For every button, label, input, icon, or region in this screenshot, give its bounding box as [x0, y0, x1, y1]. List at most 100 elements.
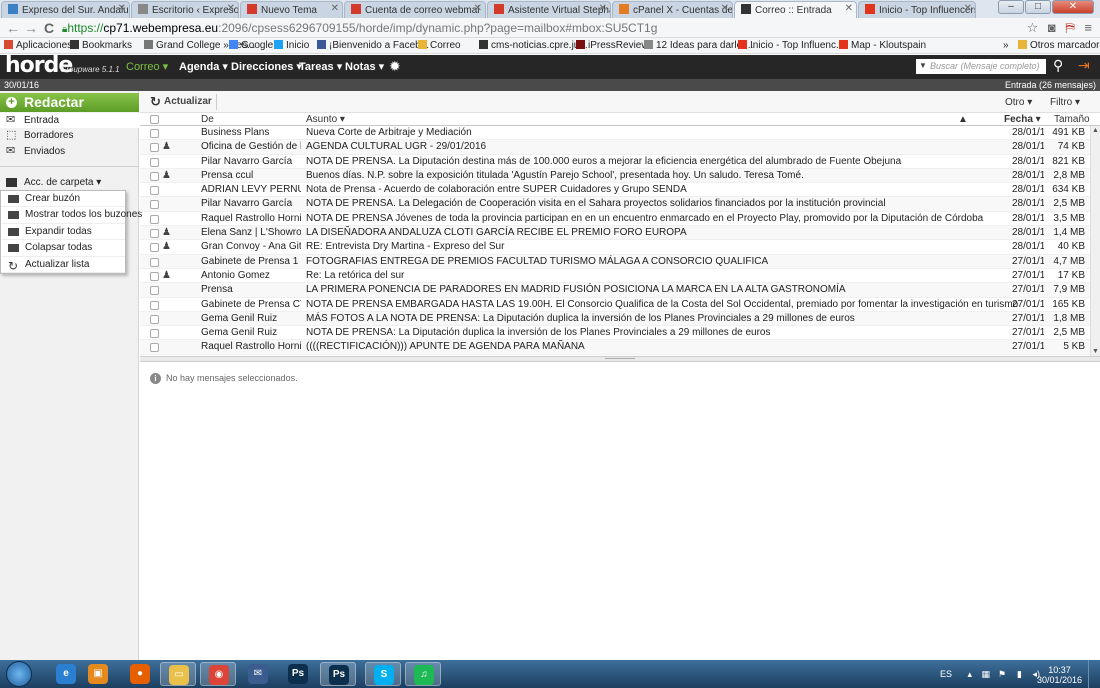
- scroll-up-icon[interactable]: ▲: [1092, 127, 1099, 134]
- bookmark-item[interactable]: iPressReview: [576, 40, 649, 51]
- browser-tab[interactable]: Correo :: Entrada ✕: [734, 1, 857, 18]
- compose-button[interactable]: + Redactar: [0, 93, 139, 112]
- folder-actions-button[interactable]: Acc. de carpeta ▾: [0, 175, 139, 190]
- extension-icon[interactable]: ◙: [1048, 20, 1056, 35]
- reload-icon[interactable]: C: [44, 20, 54, 36]
- message-checkbox[interactable]: [150, 271, 159, 281]
- tray-expand-icon[interactable]: ▴: [967, 669, 972, 680]
- bookmark-item[interactable]: Inicio - Top Influenc...: [738, 40, 844, 51]
- refresh-button[interactable]: ↻ Actualizar: [146, 94, 217, 110]
- chrome-menu-icon[interactable]: ≡: [1084, 20, 1092, 35]
- back-icon[interactable]: ←: [6, 20, 20, 36]
- bookmark-item[interactable]: Google: [229, 40, 273, 51]
- bookmark-item[interactable]: Otros marcadores: [1018, 40, 1100, 51]
- taskbar-skype-icon[interactable]: S: [365, 662, 401, 686]
- message-row[interactable]: Prensa LA PRIMERA PONENCIA DE PARADORES E…: [140, 283, 1090, 298]
- menu-notas[interactable]: Notas ▾: [345, 60, 384, 73]
- clock[interactable]: 10:37 30/01/2016: [1037, 665, 1082, 685]
- message-row[interactable]: Raquel Rastrollo Hornillo NOTA DE PRENSA …: [140, 212, 1090, 227]
- menu-item-create-mailbox[interactable]: Crear buzón: [1, 191, 125, 208]
- url-field[interactable]: 🔒︎https://cp71.webempresa.eu:2096/cpsess…: [62, 20, 1022, 37]
- tab-close-icon[interactable]: ✕: [721, 3, 729, 14]
- message-checkbox[interactable]: [150, 300, 159, 310]
- taskbar-photoshop-2-icon[interactable]: Ps: [320, 662, 356, 686]
- minimize-icon[interactable]: –: [998, 0, 1024, 14]
- message-checkbox[interactable]: [150, 171, 159, 181]
- folder-enviados[interactable]: ✉ Enviados: [0, 144, 139, 159]
- taskbar-spotify-icon[interactable]: ♫: [405, 662, 441, 686]
- message-row[interactable]: Gema Genil Ruiz NOTA DE PRENSA: La Diputa…: [140, 326, 1090, 341]
- menu-correo[interactable]: Correo ▾: [126, 60, 168, 73]
- search-icon[interactable]: ⚲: [1053, 57, 1063, 74]
- search-input[interactable]: Buscar (Mensaje completo): [916, 59, 1046, 74]
- bookmark-item[interactable]: cms-noticias.cpre.ju...: [479, 40, 588, 51]
- column-size[interactable]: Tamaño: [1054, 113, 1090, 126]
- start-button[interactable]: [6, 661, 32, 687]
- message-row[interactable]: ♟ Prensa ccul Buenos días. N.P. sobre la e…: [140, 168, 1090, 184]
- message-row[interactable]: Gabinete de Prensa 1 FOTOGRAFIAS ENTREGA …: [140, 254, 1090, 269]
- column-subject[interactable]: Asunto ▾: [306, 113, 345, 126]
- tab-close-icon[interactable]: ✕: [845, 3, 853, 14]
- tab-close-icon[interactable]: ✕: [474, 3, 482, 14]
- menu-item-show-all[interactable]: Mostrar todos los buzones: [1, 207, 142, 224]
- message-checkbox[interactable]: [150, 229, 159, 239]
- taskbar-ie-icon[interactable]: e: [48, 662, 84, 686]
- message-list-scrollbar[interactable]: ▲ ▼: [1090, 126, 1100, 356]
- column-date[interactable]: Fecha ▾: [1004, 113, 1041, 126]
- tray-app-icon[interactable]: ▦: [981, 669, 990, 680]
- message-row[interactable]: ♟ Gran Convoy - Ana Gitrama RE: Entrevista…: [140, 240, 1090, 255]
- taskbar-photoshop-icon[interactable]: Ps: [280, 662, 316, 686]
- menu-item-expand-all[interactable]: Expandir todas: [1, 224, 125, 241]
- language-indicator[interactable]: ES: [940, 669, 952, 679]
- action-center-icon[interactable]: ⚑: [998, 669, 1006, 680]
- message-checkbox[interactable]: [150, 243, 159, 253]
- menu-tareas[interactable]: Tareas ▾: [299, 60, 342, 73]
- browser-tab[interactable]: cPanel X - Cuentas de co✕: [612, 1, 733, 18]
- bookmark-item[interactable]: Inicio: [274, 40, 309, 51]
- message-row[interactable]: Business Plans Nueva Corte de Arbitraje y…: [140, 126, 1090, 141]
- message-row[interactable]: Pilar Navarro García NOTA DE PRENSA. La D…: [140, 197, 1090, 212]
- search-scope-dropdown-icon[interactable]: ▼: [919, 61, 927, 70]
- show-desktop-button[interactable]: [1088, 660, 1100, 688]
- maximize-icon[interactable]: □: [1025, 0, 1051, 14]
- pdf-extension-icon[interactable]: ⛿: [1065, 20, 1074, 35]
- message-checkbox[interactable]: [150, 257, 159, 267]
- message-checkbox[interactable]: [150, 143, 159, 153]
- bookmark-item[interactable]: Aplicaciones: [4, 40, 72, 51]
- message-checkbox[interactable]: [150, 343, 159, 353]
- close-window-icon[interactable]: ✕: [1052, 0, 1094, 14]
- tab-close-icon[interactable]: ✕: [964, 3, 972, 14]
- message-checkbox[interactable]: [150, 157, 159, 167]
- browser-tab[interactable]: Escritorio ‹ Expreso del S✕: [131, 1, 239, 18]
- taskbar-chrome-icon[interactable]: ◉: [200, 662, 236, 686]
- tab-close-icon[interactable]: ✕: [227, 3, 235, 14]
- message-row[interactable]: Gema Genil Ruiz MÁS FOTOS A LA NOTA DE PR…: [140, 311, 1090, 327]
- message-row[interactable]: Raquel Rastrollo Hornillo ((((RECTIFICACI…: [140, 340, 1090, 355]
- tab-close-icon[interactable]: ✕: [331, 3, 339, 14]
- logout-icon[interactable]: ⇥: [1078, 57, 1094, 73]
- filter-dropdown[interactable]: Filtro ▾: [1050, 97, 1080, 108]
- folder-borradores[interactable]: ⬚ Borradores: [0, 128, 139, 143]
- tab-close-icon[interactable]: ✕: [118, 3, 126, 14]
- menu-direcciones[interactable]: Direcciones ▾: [231, 60, 302, 73]
- message-checkbox[interactable]: [150, 314, 159, 324]
- message-checkbox[interactable]: [150, 286, 159, 296]
- bookmark-star-icon[interactable]: ☆: [1027, 20, 1039, 35]
- folder-entrada[interactable]: ✉ Entrada: [0, 113, 139, 128]
- taskbar-folder-icon[interactable]: ▭: [160, 662, 196, 686]
- bookmarks-overflow-icon[interactable]: »: [1003, 40, 1009, 51]
- bookmark-item[interactable]: Bookmarks: [70, 40, 132, 51]
- message-checkbox[interactable]: [150, 329, 159, 339]
- browser-tab[interactable]: Cuenta de correo webmai ✕: [344, 1, 486, 18]
- message-checkbox[interactable]: [150, 214, 159, 224]
- message-checkbox[interactable]: [150, 129, 159, 138]
- message-row[interactable]: ADRIAN LEVY PERNUDO Nota de Prensa - Acue…: [140, 183, 1090, 198]
- other-dropdown[interactable]: Otro ▾: [1005, 97, 1032, 108]
- bookmark-item[interactable]: 12 Ideas para darle ...: [644, 40, 753, 51]
- tab-close-icon[interactable]: ✕: [599, 3, 607, 14]
- menu-agenda[interactable]: Agenda ▾: [179, 60, 228, 73]
- message-row[interactable]: Pilar Navarro García NOTA DE PRENSA. La D…: [140, 155, 1090, 169]
- forward-icon[interactable]: →: [24, 20, 38, 36]
- message-row[interactable]: Gabinete de Prensa CTD NOTA DE PRENSA EMB…: [140, 298, 1090, 312]
- message-row[interactable]: ♟ Oficina de Gestión de la ... AGENDA CULT…: [140, 140, 1090, 155]
